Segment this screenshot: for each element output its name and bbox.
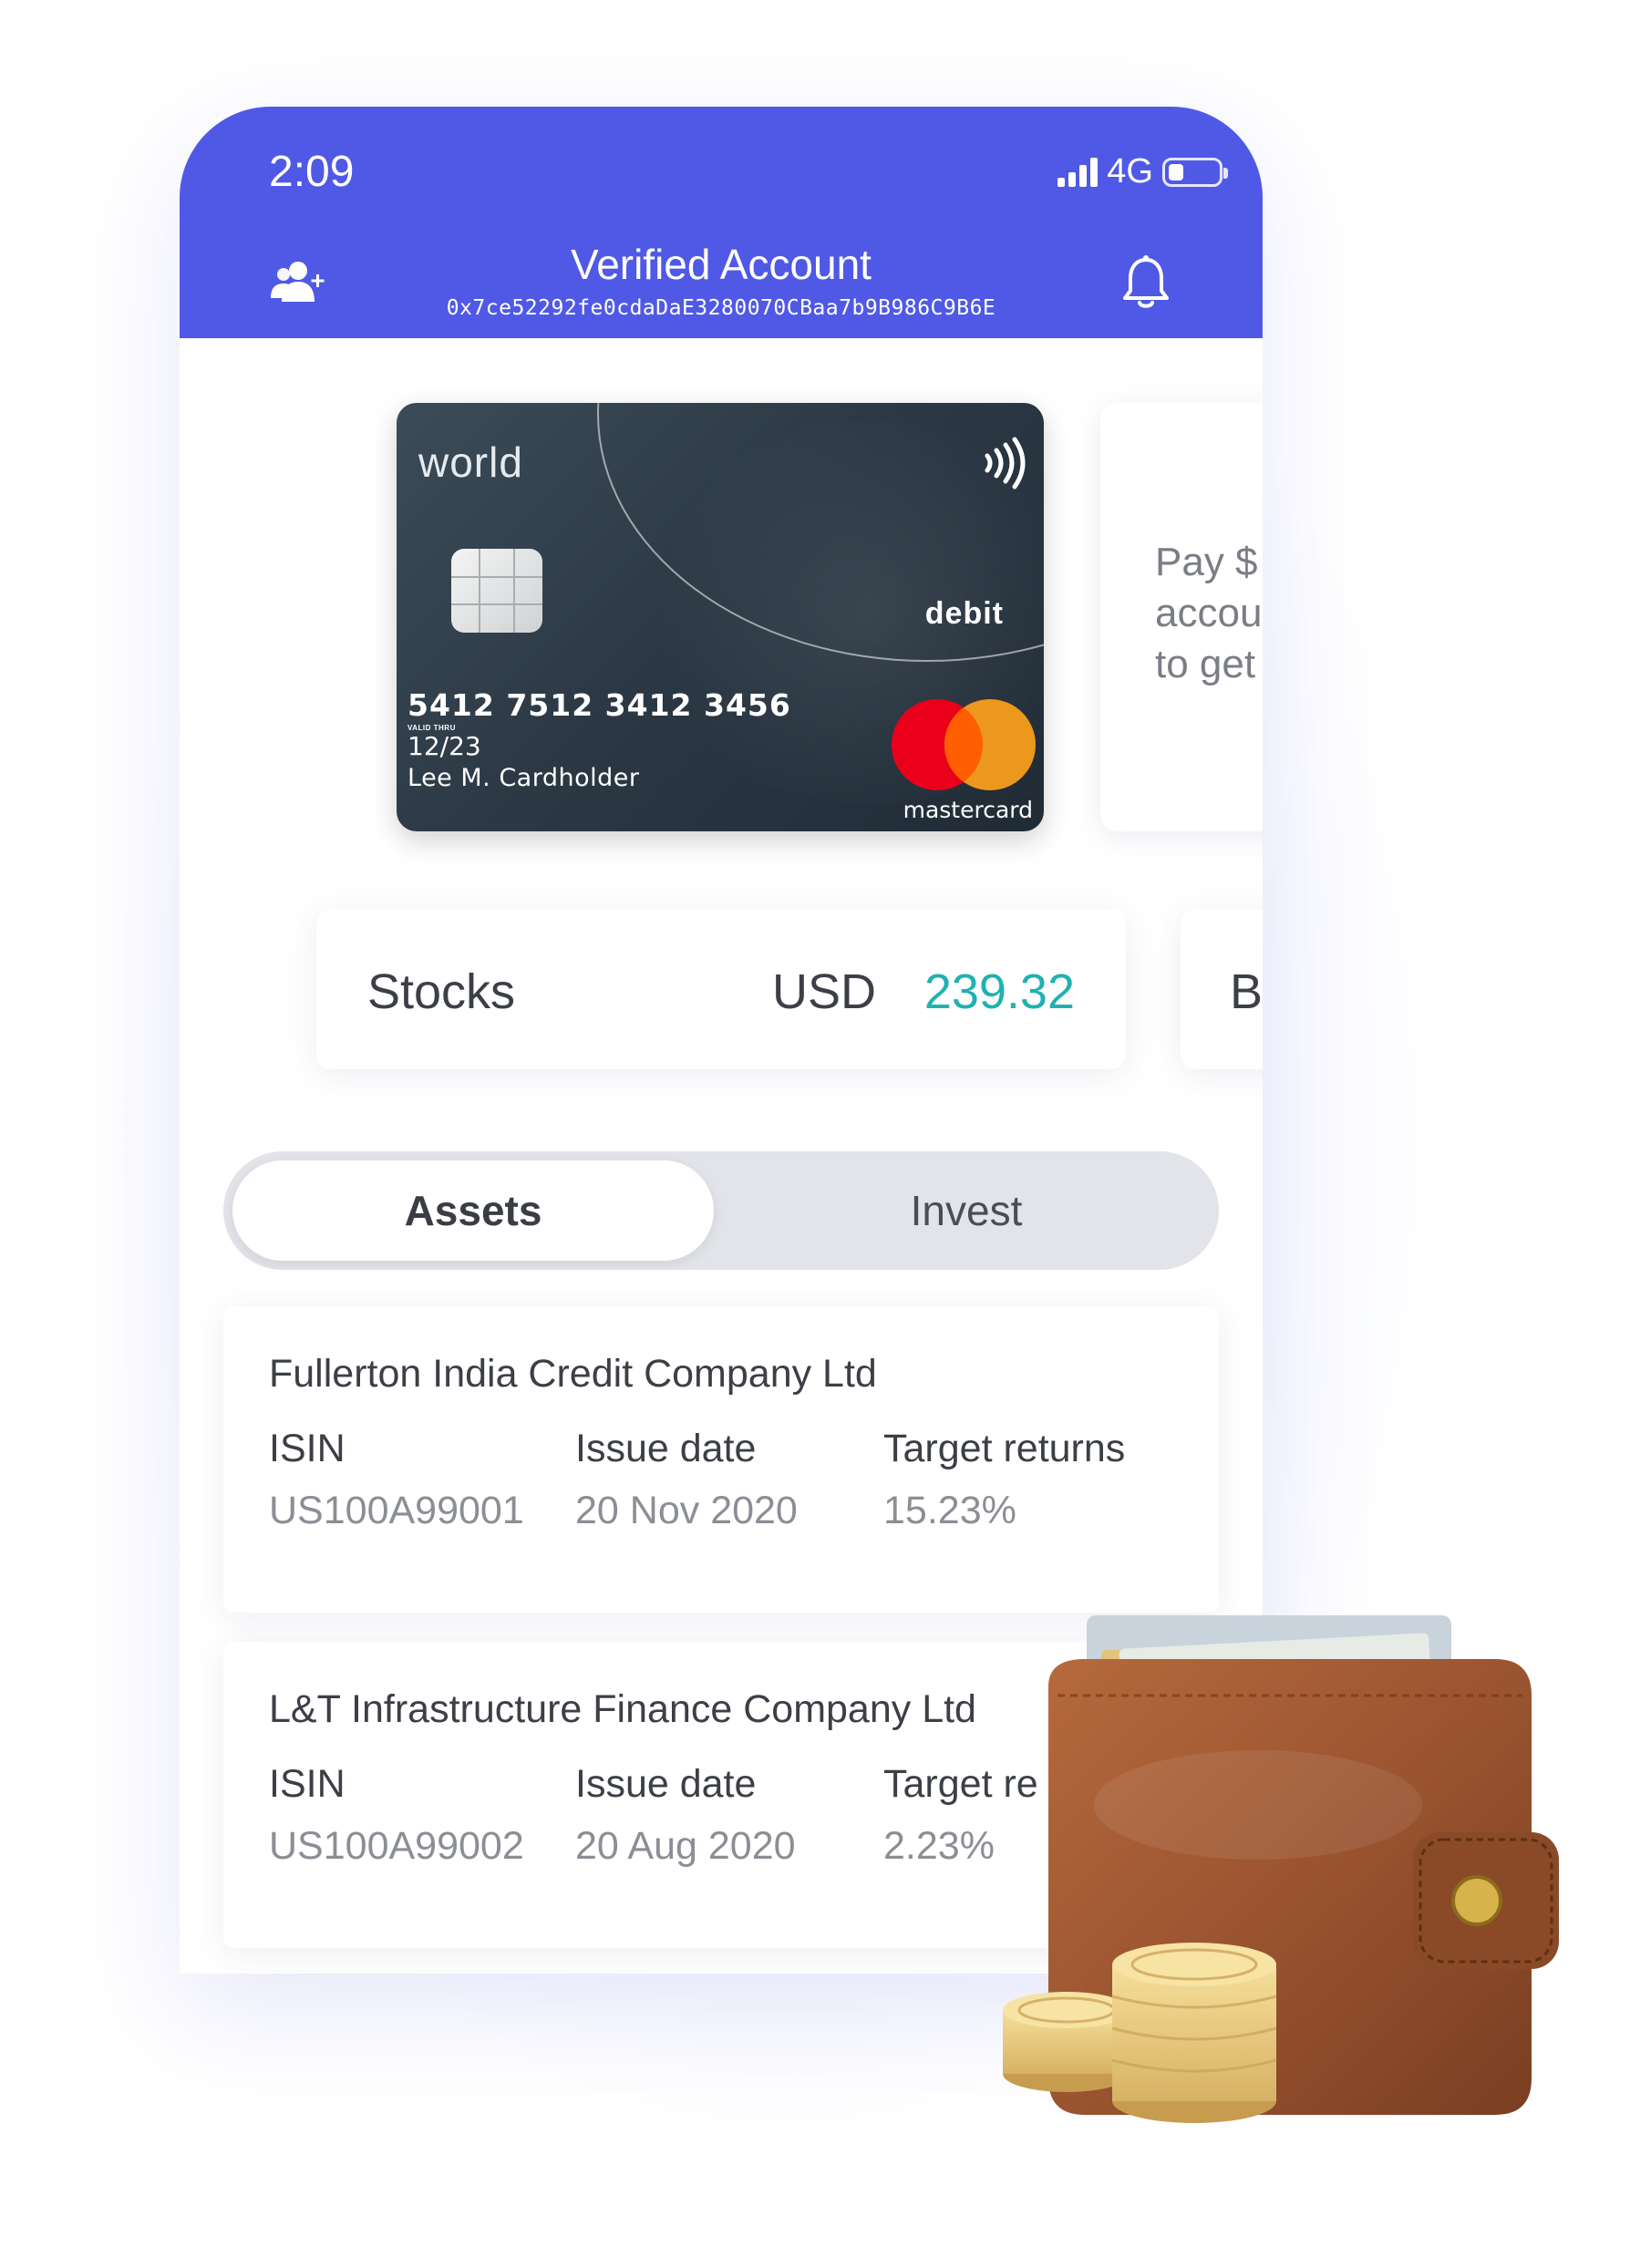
asset-name: L&T Infrastructure Finance Company Ltd: [269, 1687, 976, 1731]
issue-date-value: 20 Nov 2020: [575, 1489, 798, 1532]
signal-icon: [1057, 157, 1099, 187]
issue-date-value: 20 Aug 2020: [575, 1824, 796, 1868]
tab-invest[interactable]: Invest: [723, 1160, 1210, 1261]
segmented-tabs: Assets Invest: [223, 1151, 1219, 1270]
network-label: 4G: [1107, 152, 1153, 191]
wallet-coins-icon: [1003, 1615, 1559, 2123]
mastercard-logo-icon: [892, 699, 1036, 790]
bell-icon[interactable]: [1120, 254, 1171, 311]
isin-label: ISIN: [269, 1762, 346, 1806]
balance-label: Stocks: [367, 964, 516, 1019]
next-balance-label: B: [1230, 964, 1263, 1019]
card-number: 5412 7512 3412 3456: [408, 687, 791, 723]
list-item[interactable]: Fullerton India Credit Company Ltd ISIN …: [223, 1306, 1219, 1613]
status-time: 2:09: [269, 148, 355, 196]
card-network: mastercard: [903, 797, 1033, 823]
isin-value: US100A99001: [269, 1489, 524, 1532]
chip-icon: [451, 549, 542, 633]
balance-amount: 239.32: [923, 964, 1075, 1019]
issue-date-label: Issue date: [575, 1427, 757, 1470]
app-header: 2:09 4G Verified Account 0x7ce52292fe0cd…: [180, 107, 1263, 338]
coin-stack-right: [1111, 1943, 1277, 2123]
asset-name: Fullerton India Credit Company Ltd: [269, 1352, 877, 1396]
card-holder: Lee M. Cardholder: [408, 764, 640, 792]
wallet-address: 0x7ce52292fe0cdaDaE3280070CBaa7b9B986C9B…: [446, 296, 996, 320]
contactless-icon: [985, 437, 1026, 490]
tab-assets[interactable]: Assets: [232, 1160, 714, 1261]
promo-card[interactable]: Pay $ accou to get: [1100, 403, 1263, 831]
status-indicators: 4G: [1057, 152, 1228, 191]
target-returns-value: 15.23%: [883, 1489, 1016, 1532]
issue-date-label: Issue date: [575, 1762, 757, 1806]
card-brand: world: [418, 438, 523, 486]
debit-card[interactable]: world debit 5412 7512 3412 3456 VALID TH…: [397, 403, 1044, 831]
battery-icon: [1162, 157, 1228, 187]
card-expiry: 12/23: [408, 731, 481, 761]
next-balance-card[interactable]: B: [1181, 909, 1263, 1069]
promo-text: Pay $ accou to get: [1155, 540, 1263, 686]
target-returns-label: Target returns: [883, 1427, 1126, 1470]
card-type: debit: [924, 596, 1004, 631]
target-returns-value: 2.23%: [883, 1824, 995, 1868]
coin-stack-left: [1003, 1992, 1130, 2092]
isin-label: ISIN: [269, 1427, 346, 1470]
page-title: Verified Account: [571, 241, 872, 288]
balance-currency: USD: [771, 964, 876, 1019]
isin-value: US100A99002: [269, 1824, 524, 1868]
stocks-balance-card[interactable]: Stocks USD 239.32: [316, 909, 1126, 1069]
